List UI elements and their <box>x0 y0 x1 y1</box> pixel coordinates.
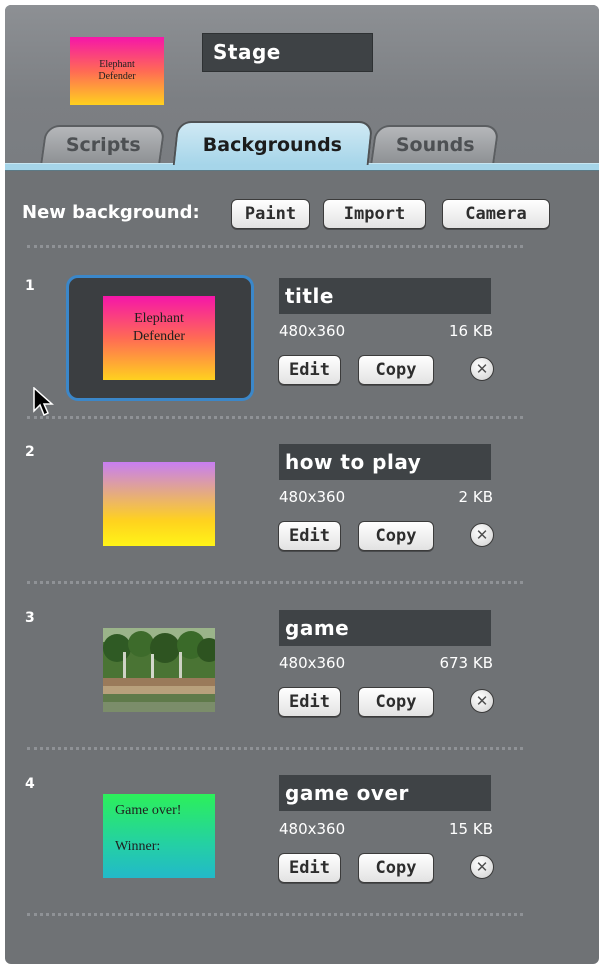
copy-button[interactable]: Copy <box>358 521 434 551</box>
background-thumbnail[interactable] <box>103 628 215 712</box>
close-circle-icon[interactable]: ✕ <box>470 855 494 879</box>
background-dimensions: 480x360 <box>279 654 346 672</box>
tab-backgrounds[interactable]: Backgrounds <box>172 121 374 165</box>
background-dimensions: 480x360 <box>279 820 346 838</box>
tab-sounds-label: Sounds <box>395 134 475 156</box>
background-number: 2 <box>25 444 35 460</box>
camera-button[interactable]: Camera <box>442 199 550 229</box>
edit-button[interactable]: Edit <box>278 521 341 551</box>
tab-backgrounds-label: Backgrounds <box>203 134 343 156</box>
copy-button[interactable]: Copy <box>358 687 434 717</box>
copy-button[interactable]: Copy <box>358 853 434 883</box>
background-filesize: 15 KB <box>449 820 493 838</box>
background-name-field[interactable]: title <box>279 278 491 314</box>
background-number: 1 <box>25 278 35 294</box>
background-thumbnail[interactable]: Game over! Winner: <box>103 794 215 878</box>
background-name-field[interactable]: game over <box>279 775 491 811</box>
background-number: 4 <box>25 776 35 792</box>
stage-name-field[interactable]: Stage <box>202 33 373 72</box>
background-name-field[interactable]: game <box>279 610 491 646</box>
close-circle-icon[interactable]: ✕ <box>470 523 494 547</box>
close-circle-icon[interactable]: ✕ <box>470 689 494 713</box>
separator <box>27 581 523 584</box>
separator <box>27 747 523 750</box>
forest-photo <box>103 628 215 712</box>
backgrounds-panel: Elephant Defender Stage Scripts Sounds B… <box>5 5 599 964</box>
tab-scripts[interactable]: Scripts <box>40 125 166 163</box>
paint-button[interactable]: Paint <box>231 199 310 229</box>
tab-scripts-label: Scripts <box>65 134 141 156</box>
edit-button[interactable]: Edit <box>278 355 341 385</box>
background-number: 3 <box>25 610 35 626</box>
new-background-label: New background: <box>22 202 200 223</box>
import-button[interactable]: Import <box>323 199 426 229</box>
background-name-field[interactable]: how to play <box>279 444 491 480</box>
stage-thumbnail[interactable]: Elephant Defender <box>70 37 164 105</box>
thumbnail-text: Game over! Winner: <box>115 803 182 854</box>
stage-thumbnail-text: Elephant Defender <box>98 59 136 82</box>
thumbnail-text: Elephant Defender <box>132 311 186 344</box>
separator <box>27 416 523 419</box>
copy-button[interactable]: Copy <box>358 355 434 385</box>
background-dimensions: 480x360 <box>279 322 346 340</box>
separator <box>27 913 523 916</box>
background-filesize: 16 KB <box>449 322 493 340</box>
background-dimensions: 480x360 <box>279 488 346 506</box>
background-filesize: 2 KB <box>458 488 493 506</box>
separator <box>27 245 523 248</box>
background-thumbnail[interactable] <box>103 462 215 546</box>
edit-button[interactable]: Edit <box>278 687 341 717</box>
sprite-header: Elephant Defender Stage Scripts Sounds B… <box>5 5 599 165</box>
tab-sounds[interactable]: Sounds <box>370 125 500 163</box>
edit-button[interactable]: Edit <box>278 853 341 883</box>
mouse-pointer-icon <box>33 387 54 417</box>
background-filesize: 673 KB <box>439 654 493 672</box>
background-thumbnail[interactable]: Elephant Defender <box>103 296 215 380</box>
close-circle-icon[interactable]: ✕ <box>470 357 494 381</box>
